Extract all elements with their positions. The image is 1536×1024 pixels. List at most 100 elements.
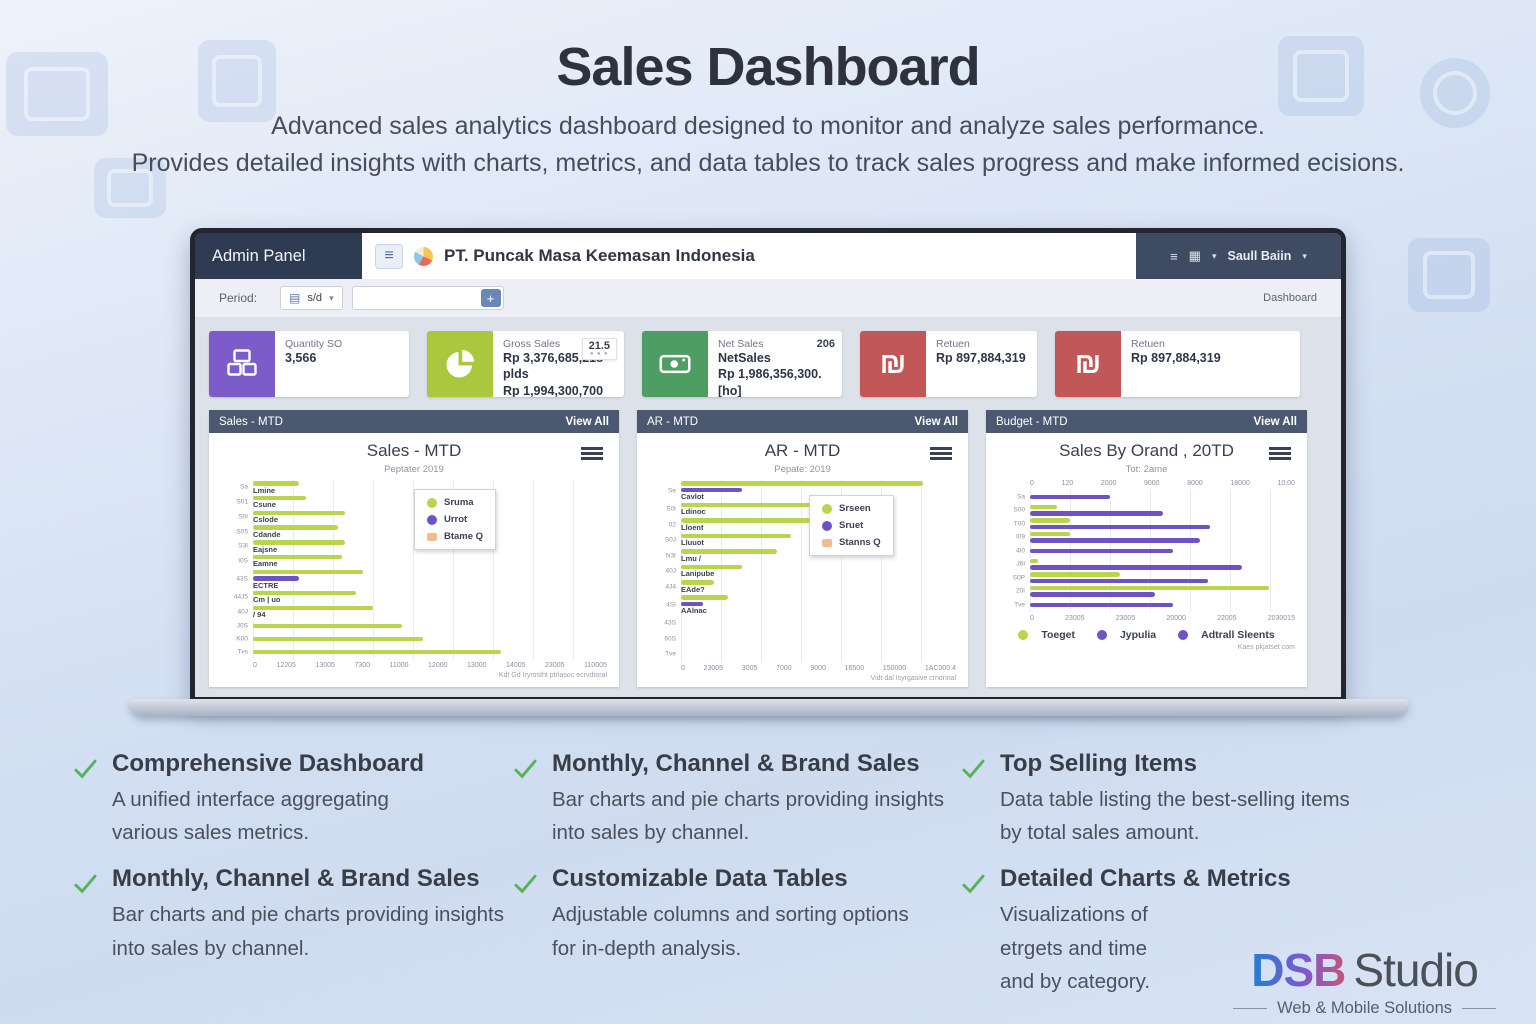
axis-tick: 2030015 [1268, 615, 1295, 622]
kpi-value: Rp 1,986,356,300. [ho] [718, 366, 832, 397]
user-menu[interactable]: Saull Baiin [1227, 249, 1291, 263]
kpi-title: Retuen [1131, 338, 1221, 350]
legend-dot-icon [427, 533, 437, 541]
bar [681, 580, 714, 585]
axis-tick: 3005 [742, 665, 758, 672]
chart-title: Sales - MTD [221, 441, 607, 461]
add-button[interactable]: + [481, 289, 501, 307]
legend-label: Btame Q [444, 531, 483, 542]
y-axis-tick: S05 [221, 528, 248, 535]
chart-row: 20I [1030, 585, 1295, 599]
kpi-value: plds [503, 366, 603, 382]
view-all-link[interactable]: View All [566, 416, 609, 428]
period-to-input[interactable]: + [352, 286, 504, 310]
check-icon [512, 755, 539, 782]
feature-monthly-channel-brand-2: Monthly, Channel & Brand Sales Bar chart… [72, 865, 512, 998]
period-label: Period: [219, 291, 257, 305]
axis-tick: 23005 [1065, 615, 1084, 622]
y-axis-tick: 44J5 [221, 594, 248, 601]
x-axis: 023005300570009000165001500001AC000 4 [681, 665, 956, 672]
x-axis: 0230052300520000220052030015 [1030, 615, 1295, 622]
chart-menu-icon[interactable] [930, 447, 952, 450]
chart-row: 44J5Cm | uo [253, 590, 607, 605]
legend-item: Sruma [427, 497, 483, 508]
panel-title: AR - MTD [647, 416, 698, 428]
chart-row: I0SEamne [253, 554, 607, 569]
kpi-card-gross-sales: Gross Sales Rp 3,376,685,218 plds Rp 1,9… [427, 331, 624, 397]
y-axis-tick: I09 [998, 534, 1025, 541]
kpi-value: Rp 897,884,319 [936, 350, 1026, 366]
legend-item: Jypulia [1097, 629, 1156, 641]
kpi-card-return-2: ₪ Retuen Rp 897,884,319 [1055, 331, 1300, 397]
bar [1030, 603, 1173, 608]
axis-tick: 22005 [1217, 615, 1236, 622]
y-axis-tick: K00 [221, 636, 248, 643]
logo-accent: DSB [1251, 944, 1345, 996]
kpi-title: Quantity SO [285, 338, 342, 350]
chart-subtitle: Pepate: 2019 [649, 464, 956, 475]
bar [253, 637, 423, 642]
list-icon[interactable]: ≡ [1170, 249, 1178, 264]
grid-icon[interactable]: ▦ [1189, 248, 1201, 264]
bar [253, 540, 345, 545]
view-all-link[interactable]: View All [915, 416, 958, 428]
bar-label: ECTRE [253, 582, 607, 590]
y-axis-tick: Se [649, 487, 676, 494]
axis-tick: 13005 [315, 662, 334, 669]
breadcrumb[interactable]: Dashboard [1263, 292, 1317, 304]
axis-tick: 0 [253, 662, 257, 669]
bar [1030, 538, 1200, 543]
view-all-link[interactable]: View All [1254, 416, 1297, 428]
check-icon [960, 870, 987, 897]
chart-row: Tve [681, 647, 956, 663]
chevron-down-icon[interactable]: ▾ [1212, 251, 1217, 262]
y-axis-tick: 4J4 [649, 583, 676, 590]
bar [1030, 549, 1173, 554]
axis-tick: 8000 [1187, 480, 1203, 487]
bar [1030, 532, 1070, 537]
feature-title: Monthly, Channel & Brand Sales [552, 750, 944, 778]
kpi-card-net-sales: Net Sales NetSales Rp 1,986,356,300. [ho… [642, 331, 842, 397]
y-axis-tick: 60S [649, 635, 676, 642]
y-axis-tick: 02 [649, 521, 676, 528]
plot-area: SaS00T00I094I0J6IS0P20ITve [1030, 490, 1295, 612]
y-axis-tick: N3t [649, 552, 676, 559]
kpi-badge: 206 [817, 338, 835, 350]
axis-tick: 23005 [704, 665, 723, 672]
y-axis-tick: Tve [649, 651, 676, 658]
y-axis-tick: S0J [649, 537, 676, 544]
bar [253, 650, 501, 655]
panel-title: Sales - MTD [219, 416, 283, 428]
chart-row: Sa [1030, 490, 1295, 504]
chart-menu-icon[interactable] [1269, 447, 1291, 450]
y-axis-tick: 40J [221, 608, 248, 615]
chart-title: AR - MTD [649, 441, 956, 461]
user-chevron-down-icon[interactable]: ▾ [1302, 251, 1307, 262]
y-axis-tick: S3I [221, 543, 248, 550]
chart-row: 43S [681, 616, 956, 632]
chart-row: 4I0 [1030, 544, 1295, 558]
check-icon [960, 755, 987, 782]
kpi-card-return-1: ₪ Retuen Rp 897,884,319 [860, 331, 1037, 397]
feature-title: Top Selling Items [1000, 750, 1350, 778]
dsb-studio-logo: DSBStudio Web & Mobile Solutions [1233, 943, 1496, 1018]
y-axis-tick: J0S [221, 622, 248, 629]
y-axis-tick: S0P [998, 574, 1025, 581]
legend-dot-icon [822, 504, 832, 514]
legend-dot-icon [1178, 630, 1188, 640]
calendar-icon: ▤ [289, 291, 300, 305]
axis-tick: 0 [1030, 615, 1034, 622]
chart-menu-icon[interactable] [581, 447, 603, 450]
axis-tick: 11000 [390, 662, 409, 669]
y-axis-tick: Sa [998, 493, 1025, 500]
y-axis-tick: J6I [998, 561, 1025, 568]
check-icon [72, 870, 99, 897]
y-axis-tick: Tve [998, 601, 1025, 608]
hamburger-menu-icon[interactable]: ≡ [375, 244, 403, 269]
feature-monthly-channel-brand-1: Monthly, Channel & Brand Sales Bar chart… [512, 750, 960, 849]
feature-title: Monthly, Channel & Brand Sales [112, 865, 504, 893]
x-axis: 0122051300573001100012000130001400523005… [253, 662, 607, 669]
chart-row: 4SIAAlnac [681, 594, 956, 615]
legend-dot-icon [1018, 630, 1028, 640]
period-from-input[interactable]: ▤ s/d ▾ [280, 286, 343, 310]
